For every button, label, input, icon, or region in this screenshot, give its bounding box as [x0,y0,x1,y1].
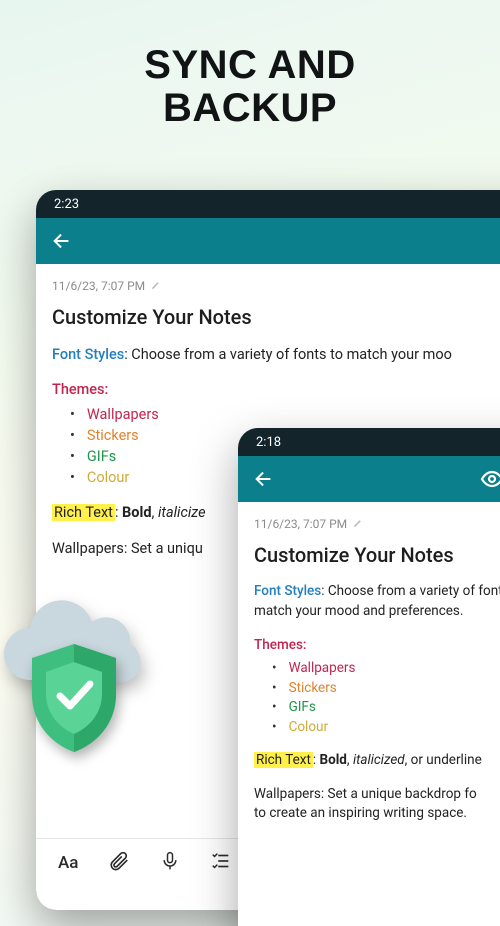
note-body: 11/6/23, 7:07 PM Customize Your Notes Fo… [238,502,500,926]
back-icon[interactable] [252,467,276,491]
wallpapers-text: Set a uniqu [131,540,203,557]
wallpapers-label: Wallpapers: [254,786,328,802]
rich-text-bold-sample: Bold [320,752,347,768]
note-timestamp: 11/6/23, 7:07 PM [52,278,500,295]
checklist-icon[interactable] [210,850,232,876]
font-styles-label: Font Styles [52,346,124,363]
wallpapers-text-2: to create an inspiring writing space. [254,805,467,821]
rich-text-italic-sample: italicized [353,752,405,768]
font-styles-line: Font Styles: Choose from a variety of fo… [254,582,500,621]
note-title: Customize Your Notes [52,303,500,332]
themes-item: GIFs [272,698,500,718]
edit-timestamp-icon[interactable] [353,516,363,533]
themes-label: Themes: [254,637,306,653]
phone-front: 2:18 11/6/23, 7:07 PM Customize Your N [238,428,500,926]
wallpapers-line: Wallpapers: Set a unique backdrop fo to … [254,785,500,824]
status-bar: 2:23 [36,190,500,218]
status-clock: 2:18 [256,435,281,450]
themes-item: Wallpapers [272,659,500,679]
sync-badge [0,598,147,768]
themes-label: Themes: [52,381,108,398]
themes-section: Themes: Wallpapers Stickers GIFs Colour [254,636,500,738]
font-button[interactable]: Aa [58,853,78,873]
wallpapers-text: Set a unique backdrop fo [328,786,477,802]
font-styles-text: : Choose from a variety of fonts to matc… [124,346,452,363]
shield-icon [26,640,122,760]
note-title: Customize Your Notes [254,541,500,570]
edit-timestamp-icon[interactable] [151,278,161,295]
app-bar [36,218,500,264]
font-styles-line: Font Styles: Choose from a variety of fo… [52,344,500,365]
microphone-icon[interactable] [160,851,180,875]
themes-item: Colour [272,718,500,738]
rich-text-label: Rich Text [52,504,115,521]
rich-text-line: Rich Text: Bold, italicized, or underlin… [254,751,500,771]
themes-item: Wallpapers [70,404,500,425]
rich-text-underline-text: , or underline [405,752,482,768]
wallpapers-label: Wallpapers: [52,540,131,557]
promo-canvas: SYNC AND BACKUP 2:23 11/6/23, 7:07 PM Cu… [0,0,500,926]
rich-text-label: Rich Text [254,752,313,768]
themes-item: Stickers [272,679,500,699]
status-clock: 2:23 [54,197,79,212]
promo-headline: SYNC AND BACKUP [0,0,500,130]
status-bar: 2:18 [238,428,500,456]
app-bar [238,456,500,502]
rich-text-bold-sample: Bold [122,504,151,521]
note-timestamp: 11/6/23, 7:07 PM [254,516,500,533]
preview-icon[interactable] [480,467,500,491]
rich-text-italic-sample: italicize [158,504,206,521]
font-styles-label: Font Styles [254,583,321,599]
attach-icon[interactable] [108,850,130,876]
back-icon[interactable] [50,229,74,253]
